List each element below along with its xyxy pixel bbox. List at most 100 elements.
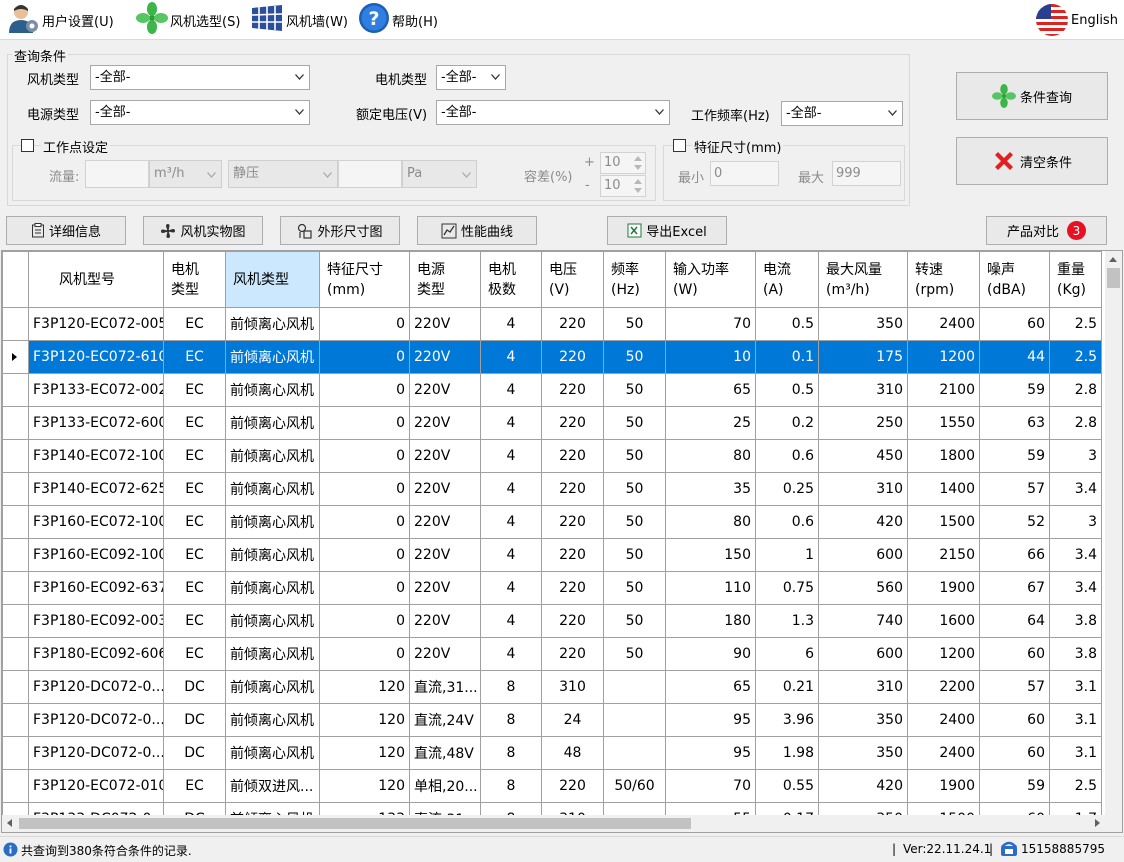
table-row[interactable]: F3P160-EC092-100 EC 前倾离心风机 0 220V 4 220 50 150 1 6… [2,538,1102,572]
table-row[interactable]: F3P120-EC072-610 EC 前倾离心风机 0 220V 4 220 50 10 0.1… [2,340,1102,374]
table-cell[interactable]: 单相,20... [409,769,481,803]
table-cell[interactable]: 120 [319,769,410,803]
table-cell[interactable]: 220 [541,340,604,374]
table-cell[interactable]: F3P180-EC092-003 [28,604,164,638]
table-cell[interactable]: 48 [541,736,604,770]
table-cell[interactable]: 3.1 [1049,670,1102,704]
vertical-scrollbar[interactable] [1105,251,1122,815]
table-cell[interactable]: 0 [319,439,410,473]
table-cell[interactable]: 50 [603,571,666,605]
column-header[interactable]: 电机 类型 [163,251,226,308]
column-header[interactable]: 电机 极数 [480,251,542,308]
table-cell[interactable]: 310 [818,472,908,506]
table-cell[interactable]: 直流,48V [409,736,481,770]
table-cell[interactable]: 44 [979,340,1050,374]
scroll-left-icon[interactable] [7,819,12,827]
table-cell[interactable]: 50 [603,604,666,638]
min-size-input[interactable]: 0 [710,161,779,186]
tolerance-plus-spinner[interactable]: 10 [600,152,646,174]
table-cell[interactable]: 0.2 [755,406,819,440]
table-cell[interactable]: 90 [665,637,756,671]
table-cell[interactable]: 2.5 [1049,307,1102,341]
table-cell[interactable]: 220 [541,538,604,572]
flow-input[interactable] [85,160,149,188]
table-cell[interactable]: 220 [541,307,604,341]
table-cell[interactable]: 4 [480,637,542,671]
table-cell[interactable]: 220V [409,373,481,407]
table-cell[interactable]: 4 [480,472,542,506]
table-cell[interactable]: 220V [409,340,481,374]
table-row[interactable]: F3P160-EC072-100 EC 前倾离心风机 0 220V 4 220 50 80 0.6… [2,505,1102,539]
table-cell[interactable]: 50 [603,406,666,440]
table-row[interactable]: F3P120-EC072-010 EC 前倾双进风... 120 单相,20... 8 22… [2,769,1102,803]
table-cell[interactable]: F3P120-EC072-610 [28,340,164,374]
motor-type-select[interactable]: -全部- [436,65,506,90]
table-cell[interactable]: 57 [979,670,1050,704]
table-cell[interactable]: 0 [319,637,410,671]
table-cell[interactable]: F3P160-EC092-100 [28,538,164,572]
table-cell[interactable]: 1900 [907,769,980,803]
work-frequency-select[interactable]: -全部- [781,101,903,126]
menu-fan-select[interactable]: 风机选型(S) [136,0,240,40]
table-cell[interactable]: 25 [665,406,756,440]
table-row[interactable]: F3P133-EC072-600 EC 前倾离心风机 0 220V 4 220 50 25 0.2… [2,406,1102,440]
workpoint-checkbox[interactable] [21,139,34,152]
table-cell[interactable]: EC [163,340,226,374]
clear-button[interactable]: 清空条件 [956,137,1108,185]
table-cell[interactable]: 0.5 [755,373,819,407]
table-cell[interactable]: 120 [319,670,410,704]
table-cell[interactable]: 3 [1049,439,1102,473]
table-cell[interactable]: 220 [541,604,604,638]
table-cell[interactable]: F3P140-EC072-100 [28,439,164,473]
table-cell[interactable]: 1200 [907,637,980,671]
product-compare-button[interactable]: 产品对比 3 [986,216,1107,245]
table-cell[interactable]: 80 [665,439,756,473]
column-header[interactable]: 电流 (A) [755,251,819,308]
column-header[interactable]: 最大风量 (m³/h) [818,251,908,308]
table-cell[interactable]: 3.8 [1049,637,1102,671]
table-cell[interactable]: 65 [665,373,756,407]
table-cell[interactable]: 0.75 [755,571,819,605]
table-cell[interactable]: F3P120-EC072-010 [28,769,164,803]
table-cell[interactable]: 前倾离心风机 [225,472,320,506]
table-cell[interactable]: 180 [665,604,756,638]
row-header[interactable] [2,670,29,704]
table-cell[interactable]: 50 [603,307,666,341]
table-cell[interactable]: 0 [319,571,410,605]
table-cell[interactable]: 前倾离心风机 [225,736,320,770]
column-header[interactable]: 风机型号 [28,251,164,308]
table-cell[interactable]: 2.8 [1049,406,1102,440]
export-excel-button[interactable]: 导出Excel [607,216,727,245]
table-cell[interactable]: 70 [665,769,756,803]
table-cell[interactable]: 740 [818,604,908,638]
flow-unit-select[interactable]: m³/h [149,160,222,188]
table-cell[interactable]: 0 [319,472,410,506]
table-cell[interactable]: 4 [480,505,542,539]
table-cell[interactable]: 220V [409,307,481,341]
table-cell[interactable]: EC [163,505,226,539]
table-cell[interactable]: DC [163,670,226,704]
table-cell[interactable]: 220V [409,472,481,506]
row-header[interactable] [2,340,29,374]
column-header[interactable]: 噪声 (dBA) [979,251,1050,308]
table-cell[interactable]: 220V [409,406,481,440]
table-cell[interactable]: 220V [409,439,481,473]
horizontal-scroll-thumb[interactable] [19,818,691,829]
table-cell[interactable]: 1800 [907,439,980,473]
table-cell[interactable]: 4 [480,538,542,572]
table-cell[interactable]: 3.4 [1049,571,1102,605]
table-cell[interactable]: 1200 [907,340,980,374]
table-row[interactable]: F3P180-EC092-003 EC 前倾离心风机 0 220V 4 220 50 180 1.… [2,604,1102,638]
table-cell[interactable]: 3.1 [1049,703,1102,737]
scroll-right-icon[interactable] [1095,819,1100,827]
table-cell[interactable]: 前倾离心风机 [225,670,320,704]
table-row[interactable]: F3P180-EC092-606 EC 前倾离心风机 0 220V 4 220 50 90 6 60… [2,637,1102,671]
table-cell[interactable]: 3 [1049,505,1102,539]
table-cell[interactable]: 250 [818,406,908,440]
tolerance-minus-spinner[interactable]: 10 [600,175,646,197]
row-header[interactable] [2,472,29,506]
table-cell[interactable]: 前倾离心风机 [225,571,320,605]
table-row[interactable]: F3P133-EC072-002 EC 前倾离心风机 0 220V 4 220 50 65 0.5… [2,373,1102,407]
search-button[interactable]: 条件查询 [956,72,1108,120]
outline-drawing-button[interactable]: 外形尺寸图 [280,216,400,245]
